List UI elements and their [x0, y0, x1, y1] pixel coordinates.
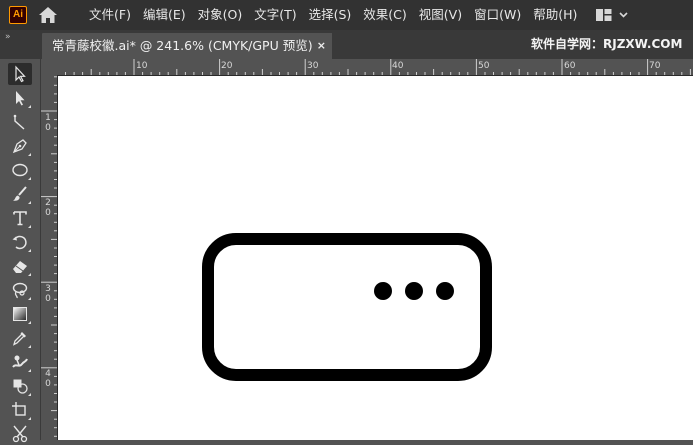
- type-icon: [13, 211, 27, 226]
- direct-selection-tool[interactable]: [8, 87, 32, 109]
- document-tab-bar: » 常青藤校徽.ai* @ 241.6% (CMYK/GPU 预览) × 软件自…: [0, 30, 693, 59]
- ruler-label: 10: [136, 61, 148, 71]
- gradient-tool[interactable]: [8, 303, 32, 325]
- eraser-icon: [13, 261, 27, 273]
- workspace-switcher-icon[interactable]: [595, 7, 631, 23]
- eyedropper-tool[interactable]: [8, 327, 32, 349]
- pen-icon: [12, 139, 27, 154]
- ruler-label: 40: [392, 61, 404, 71]
- menu-type[interactable]: 文字(T): [248, 0, 302, 30]
- close-tab-icon[interactable]: ×: [317, 33, 326, 59]
- vertical-ruler[interactable]: 1 0 2 0 3 0 4 0: [41, 75, 58, 440]
- artboard-canvas[interactable]: [58, 76, 693, 440]
- ruler-label: 50: [478, 61, 490, 71]
- tools-panel: [0, 59, 41, 443]
- puppet-warp-icon: [12, 355, 28, 368]
- paintbrush-icon: [13, 186, 27, 201]
- ellipsis-dot[interactable]: [436, 282, 454, 300]
- ruler-label: 70: [649, 61, 661, 71]
- ruler-label: 2 0: [45, 198, 51, 218]
- watermark-text: 软件自学网：RJZXW.COM: [531, 37, 683, 51]
- lasso-icon: [12, 282, 28, 299]
- eyedropper-icon: [12, 332, 26, 346]
- horizontal-ruler-ticks: [65, 59, 691, 75]
- shape-builder-tool[interactable]: [8, 375, 32, 397]
- home-icon[interactable]: [38, 6, 58, 24]
- rotate-tool[interactable]: [8, 231, 32, 253]
- document-tab-title: 常青藤校徽.ai* @ 241.6% (CMYK/GPU 预览): [52, 38, 313, 53]
- collapse-panels-icon[interactable]: »: [5, 32, 10, 42]
- ruler-label: 30: [307, 61, 319, 71]
- curvature-icon: [13, 114, 25, 130]
- gradient-icon: [13, 307, 27, 321]
- ruler-label: 3 0: [45, 284, 51, 304]
- rotate-icon: [12, 235, 27, 250]
- document-tab[interactable]: 常青藤校徽.ai* @ 241.6% (CMYK/GPU 预览) ×: [42, 33, 332, 59]
- eraser-tool[interactable]: [8, 255, 32, 277]
- type-tool[interactable]: [8, 207, 32, 229]
- artboard-tool[interactable]: [8, 399, 32, 421]
- ruler-label: 1 0: [45, 113, 51, 133]
- menu-bar: Ai 文件(F) 编辑(E) 对象(O) 文字(T) 选择(S) 效果(C) 视…: [0, 0, 693, 30]
- scissors-tool[interactable]: [8, 423, 32, 445]
- direct-selection-icon: [16, 91, 25, 106]
- lasso-tool[interactable]: [8, 279, 32, 301]
- ellipse-icon: [12, 163, 28, 177]
- puppet-warp-tool[interactable]: [8, 351, 32, 373]
- rounded-rectangle-shape[interactable]: [202, 233, 492, 381]
- ruler-label: 4 0: [45, 369, 51, 389]
- shape-builder-icon: [13, 379, 28, 394]
- horizontal-ruler[interactable]: 10 20 30 40 50 60 70: [58, 59, 693, 76]
- selection-tool[interactable]: [8, 63, 32, 85]
- illustrator-logo: Ai: [9, 6, 27, 24]
- menu-effect[interactable]: 效果(C): [357, 0, 412, 30]
- ellipse-tool[interactable]: [8, 159, 32, 181]
- ruler-label: 20: [221, 61, 233, 71]
- menu-select[interactable]: 选择(S): [303, 0, 358, 30]
- ruler-origin[interactable]: [41, 59, 59, 76]
- scissors-icon: [12, 425, 28, 443]
- menu-edit[interactable]: 编辑(E): [137, 0, 192, 30]
- menu-help[interactable]: 帮助(H): [527, 0, 583, 30]
- menu-view[interactable]: 视图(V): [413, 0, 468, 30]
- paintbrush-tool[interactable]: [8, 183, 32, 205]
- ellipsis-dot[interactable]: [405, 282, 423, 300]
- curvature-tool[interactable]: [8, 111, 32, 133]
- ellipsis-dots-group[interactable]: [374, 282, 454, 300]
- artwork: [202, 233, 492, 381]
- main-menu: 文件(F) 编辑(E) 对象(O) 文字(T) 选择(S) 效果(C) 视图(V…: [83, 0, 583, 30]
- pen-tool[interactable]: [8, 135, 32, 157]
- menu-file[interactable]: 文件(F): [83, 0, 137, 30]
- selection-arrow-icon: [15, 65, 26, 83]
- menu-object[interactable]: 对象(O): [192, 0, 249, 30]
- artboard-icon: [12, 402, 26, 416]
- ellipsis-dot[interactable]: [374, 282, 392, 300]
- ruler-label: 60: [564, 61, 576, 71]
- menu-window[interactable]: 窗口(W): [468, 0, 527, 30]
